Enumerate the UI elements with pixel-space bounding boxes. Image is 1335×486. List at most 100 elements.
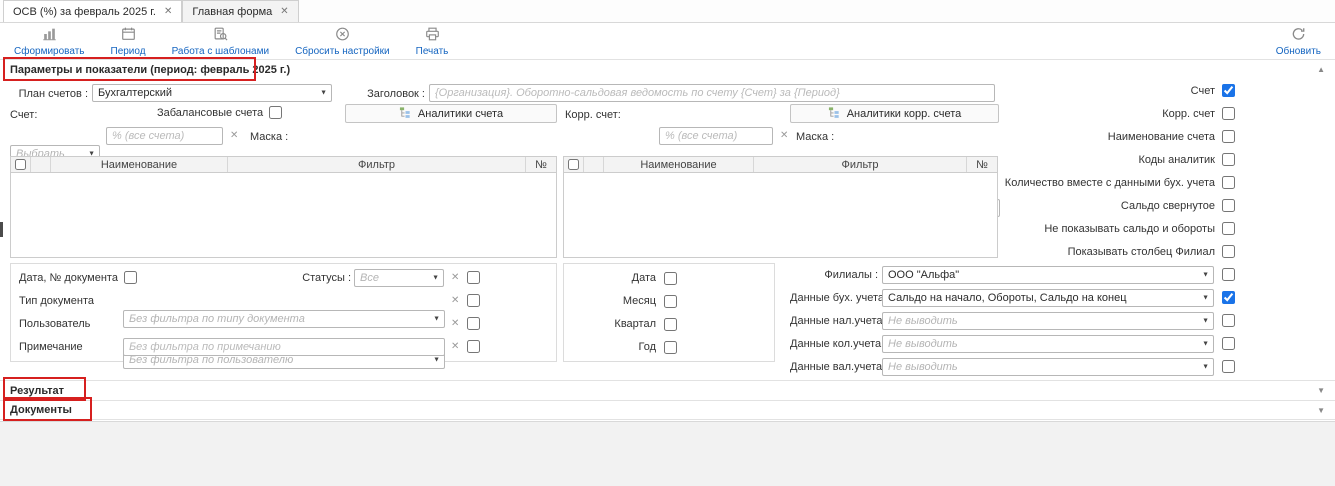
doc-type-checkbox[interactable] bbox=[467, 294, 480, 307]
tab-close-icon[interactable]: ✕ bbox=[164, 7, 172, 17]
refresh-label: Обновить bbox=[1276, 46, 1321, 57]
note-checkbox[interactable] bbox=[467, 340, 480, 353]
params-section-header[interactable]: Параметры и показатели (период: февраль … bbox=[0, 59, 1335, 79]
corr-analytics-button[interactable]: Аналитики корр. счета bbox=[790, 104, 999, 123]
option-label: Корр. счет bbox=[1162, 108, 1215, 120]
grouping-quarter: Квартал bbox=[564, 315, 677, 333]
clear-doc-type-icon[interactable]: ✕ bbox=[451, 296, 459, 306]
params-section-title: Параметры и показатели (период: февраль … bbox=[10, 64, 290, 76]
branches-value: ООО "Альфа" bbox=[888, 269, 959, 281]
currency-data-checkbox[interactable] bbox=[1222, 360, 1235, 373]
note-input[interactable] bbox=[123, 338, 445, 356]
option-label: Коды аналитик bbox=[1138, 154, 1215, 166]
clear-corr-icon[interactable]: ✕ bbox=[780, 131, 788, 141]
branches-label: Филиалы : bbox=[790, 269, 878, 281]
corr-mask-label: Маска : bbox=[796, 131, 834, 143]
option-hide-balance-checkbox[interactable] bbox=[1222, 222, 1235, 235]
doc-type-select[interactable]: Без фильтра по типу документа ▼ bbox=[123, 310, 445, 328]
tab-main-form[interactable]: Главная форма ✕ bbox=[182, 0, 298, 22]
statuses-select[interactable]: Все ▼ bbox=[354, 269, 444, 287]
generate-button[interactable]: Сформировать bbox=[14, 26, 85, 57]
account-analytics-button[interactable]: Аналитики счета bbox=[345, 104, 557, 123]
option-label: Показывать столбец Филиал bbox=[1068, 246, 1215, 258]
option-label: Не показывать сальдо и обороты bbox=[1044, 223, 1215, 235]
offbalance-label: Забалансовые счета bbox=[157, 107, 263, 119]
grouping-year-checkbox[interactable] bbox=[664, 341, 677, 354]
refresh-button[interactable]: Обновить bbox=[1276, 26, 1321, 57]
documents-section-title: Документы bbox=[10, 404, 72, 416]
option-collapsed-balance-checkbox[interactable] bbox=[1222, 199, 1235, 212]
collapse-up-icon[interactable]: ▲ bbox=[1317, 65, 1325, 74]
chevron-down-icon: ▼ bbox=[433, 357, 440, 364]
quantity-data-select[interactable]: Не выводить ▼ bbox=[882, 335, 1214, 353]
templates-button[interactable]: Работа с шаблонами bbox=[172, 26, 269, 57]
option-corr-account-checkbox[interactable] bbox=[1222, 107, 1235, 120]
grouping-month-checkbox[interactable] bbox=[664, 295, 677, 308]
tax-data-label: Данные нал.учета bbox=[790, 315, 878, 327]
branches-checkbox[interactable] bbox=[1222, 268, 1235, 281]
statuses-label: Статусы : bbox=[273, 272, 351, 284]
tab-osv-report[interactable]: ОСВ (%) за февраль 2025 г. ✕ bbox=[3, 0, 182, 22]
tax-data-checkbox[interactable] bbox=[1222, 314, 1235, 327]
clear-user-icon[interactable]: ✕ bbox=[451, 319, 459, 329]
quantity-data-value: Не выводить bbox=[888, 338, 958, 350]
quantity-data-checkbox[interactable] bbox=[1222, 337, 1235, 350]
offbalance-group: Забалансовые счета bbox=[157, 106, 282, 119]
option-account-checkbox[interactable] bbox=[1222, 84, 1235, 97]
period-button[interactable]: Период bbox=[111, 26, 146, 57]
corr-mask-input[interactable] bbox=[659, 127, 773, 145]
result-section-header[interactable]: Результат ▼ bbox=[0, 380, 1335, 400]
select-all-checkbox[interactable] bbox=[15, 159, 26, 170]
report-window: ОСВ (%) за февраль 2025 г. ✕ Главная фор… bbox=[0, 0, 1335, 486]
grouping-quarter-checkbox[interactable] bbox=[664, 318, 677, 331]
chart-of-accounts-select[interactable]: Бухгалтерский ▼ bbox=[92, 84, 332, 102]
statuses-checkbox[interactable] bbox=[467, 271, 480, 284]
column-name[interactable]: Наименование bbox=[604, 157, 754, 172]
print-button[interactable]: Печать bbox=[416, 26, 449, 57]
column-filter[interactable]: Фильтр bbox=[754, 157, 967, 172]
left-edge-marker bbox=[0, 222, 3, 237]
option-analytics-codes-checkbox[interactable] bbox=[1222, 153, 1235, 166]
select-all-checkbox[interactable] bbox=[568, 159, 579, 170]
corr-analytics-table: Наименование Фильтр № bbox=[563, 156, 998, 258]
chevron-down-icon: ▼ bbox=[320, 90, 327, 97]
option-account: Счет bbox=[990, 79, 1235, 102]
currency-data-select[interactable]: Не выводить ▼ bbox=[882, 358, 1214, 376]
date-num-checkbox[interactable] bbox=[124, 271, 137, 284]
column-num[interactable]: № bbox=[526, 157, 556, 172]
option-account-name: Наименование счета bbox=[990, 125, 1235, 148]
chevron-down-icon: ▼ bbox=[1202, 271, 1209, 278]
grouping-label: Дата bbox=[564, 272, 656, 284]
offbalance-checkbox[interactable] bbox=[269, 106, 282, 119]
option-label: Сальдо свернутое bbox=[1121, 200, 1215, 212]
user-checkbox[interactable] bbox=[467, 317, 480, 330]
grouping-month: Месяц bbox=[564, 292, 677, 310]
clear-account-icon[interactable]: ✕ bbox=[230, 131, 238, 141]
clear-statuses-icon[interactable]: ✕ bbox=[451, 273, 459, 283]
option-account-name-checkbox[interactable] bbox=[1222, 130, 1235, 143]
chevron-down-icon: ▼ bbox=[1202, 363, 1209, 370]
accounting-data-select[interactable]: Сальдо на начало, Обороты, Сальдо на кон… bbox=[882, 289, 1214, 307]
tax-data-row: Данные нал.учета Не выводить ▼ bbox=[790, 309, 1238, 332]
chevron-down-icon: ▼ bbox=[1202, 294, 1209, 301]
option-branch-column-checkbox[interactable] bbox=[1222, 245, 1235, 258]
expand-down-icon[interactable]: ▼ bbox=[1317, 386, 1325, 395]
expand-down-icon[interactable]: ▼ bbox=[1317, 406, 1325, 415]
title-input[interactable] bbox=[429, 84, 995, 102]
currency-data-label: Данные вал.учета bbox=[790, 361, 878, 373]
documents-section-header[interactable]: Документы ▼ bbox=[0, 400, 1335, 420]
option-branch-column: Показывать столбец Филиал bbox=[990, 240, 1235, 263]
column-name[interactable]: Наименование bbox=[51, 157, 228, 172]
tab-close-icon[interactable]: ✕ bbox=[280, 7, 288, 17]
branches-select[interactable]: ООО "Альфа" ▼ bbox=[882, 266, 1214, 284]
accounting-data-checkbox[interactable] bbox=[1222, 291, 1235, 304]
column-filter[interactable]: Фильтр bbox=[228, 157, 526, 172]
reset-settings-button[interactable]: Сбросить настройки bbox=[295, 26, 390, 57]
account-mask-input[interactable] bbox=[106, 127, 223, 145]
option-quantity-checkbox[interactable] bbox=[1222, 176, 1235, 189]
tax-data-select[interactable]: Не выводить ▼ bbox=[882, 312, 1214, 330]
clear-note-icon[interactable]: ✕ bbox=[451, 342, 459, 352]
grouping-date-checkbox[interactable] bbox=[664, 272, 677, 285]
option-label: Количество вместе с данными бух. учета bbox=[1005, 177, 1215, 189]
analytics-tree-icon bbox=[828, 106, 841, 122]
